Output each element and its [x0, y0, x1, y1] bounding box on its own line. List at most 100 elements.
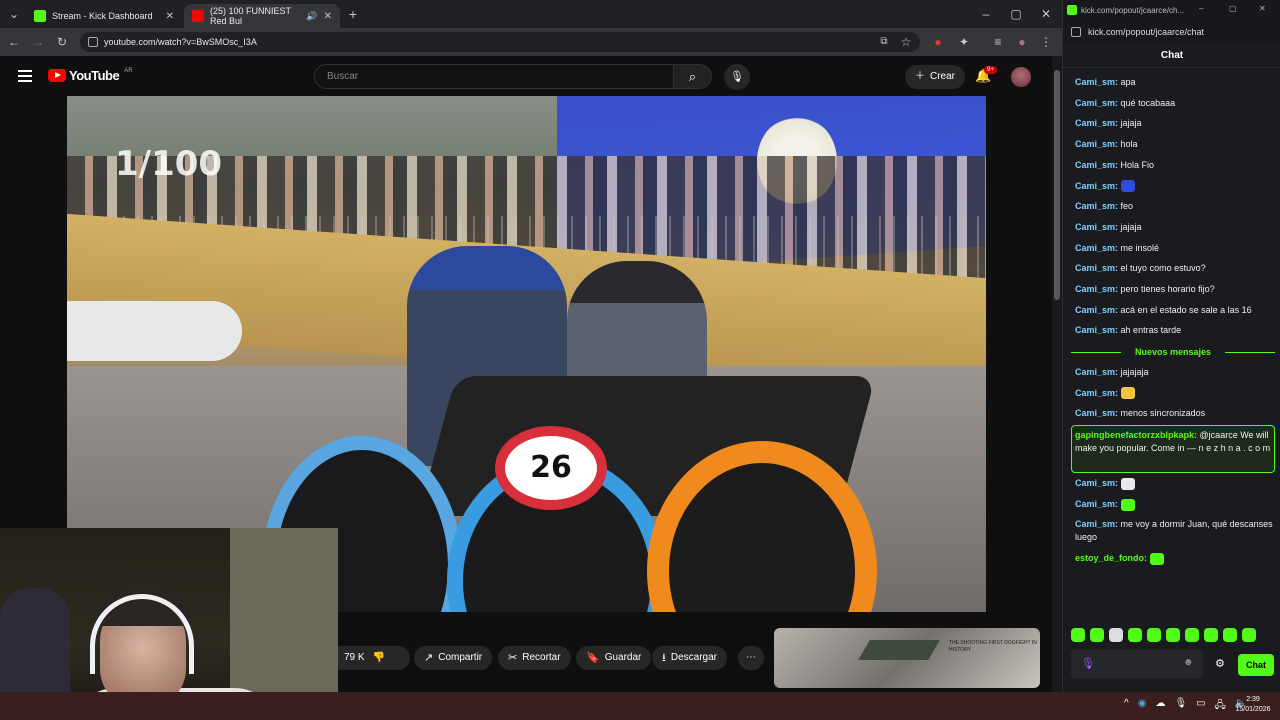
extension-icon[interactable]: ● — [930, 34, 946, 50]
close-icon[interactable]: ✕ — [166, 11, 174, 22]
url-field[interactable]: youtube.com/watch?v=BwSMOsc_I3A — [80, 32, 920, 52]
chat-message-input[interactable]: 🎙 ☻ — [1071, 650, 1203, 678]
search-input[interactable]: Buscar — [314, 64, 674, 89]
chat-username[interactable]: estoy_de_fondo: — [1075, 553, 1147, 563]
chat-username[interactable]: Cami_sm: — [1075, 160, 1118, 170]
emoji-picker-icon[interactable]: ☻ — [1183, 657, 1194, 668]
clip-button[interactable]: ✂ Recortar — [498, 646, 571, 670]
chat-message: Cami_sm: qué tocabaaa — [1075, 97, 1275, 110]
close-icon[interactable]: ✕ — [324, 11, 332, 22]
chat-username[interactable]: Cami_sm: — [1075, 367, 1118, 377]
quick-emotes-row — [1071, 628, 1275, 646]
tab-search-icon[interactable]: ⌄ — [6, 6, 22, 22]
new-tab-icon[interactable]: + — [345, 6, 361, 22]
chat-text: me insolé — [1120, 242, 1160, 253]
emote-icon[interactable] — [1147, 628, 1161, 642]
speaker-icon[interactable]: 🔊 — [306, 11, 317, 22]
emote-icon[interactable] — [1128, 628, 1142, 642]
system-clock[interactable]: 2:39 15/01/2026 — [1230, 695, 1276, 715]
download-button[interactable]: ⭳ Descargar — [652, 646, 727, 670]
save-button[interactable]: 🔖 Guardar — [576, 646, 652, 670]
hamburger-menu-icon[interactable] — [18, 70, 32, 82]
plus-icon: ＋ — [915, 71, 925, 82]
emote-icon[interactable] — [1071, 628, 1085, 642]
cast-icon[interactable]: ⧉ — [876, 34, 892, 50]
minimize-icon[interactable]: – — [978, 6, 994, 22]
race-number-plate: 26 — [495, 426, 607, 510]
emote-icon[interactable] — [1204, 628, 1218, 642]
network-icon[interactable]: 🖧 — [1215, 698, 1226, 715]
chat-text: jajaja — [1120, 221, 1142, 232]
chat-username[interactable]: Cami_sm: — [1075, 325, 1118, 335]
site-info-icon[interactable] — [1071, 27, 1081, 37]
voice-search-button[interactable]: 🎙 — [724, 64, 750, 90]
microphone-icon[interactable]: 🎙 — [1174, 698, 1187, 715]
minimize-icon[interactable]: – — [1199, 4, 1203, 13]
dislike-icon[interactable]: 👎 — [373, 646, 385, 670]
recommended-video-thumbnail[interactable]: THE SHOOTING FIRST DOGFIGHT IN HISTORY — [774, 628, 1040, 688]
search-button[interactable]: ⌕ — [674, 64, 712, 89]
window-close-icon[interactable]: ✕ — [1038, 6, 1054, 22]
app-tray-icon[interactable]: ◉ — [1138, 698, 1147, 715]
emote-icon[interactable] — [1166, 628, 1180, 642]
chat-message: Cami_sm: jajaja — [1075, 117, 1275, 130]
chat-text: acá en el estado se sale a las 16 — [1120, 304, 1252, 315]
chevron-up-icon[interactable]: ^ — [1124, 698, 1129, 715]
chat-text: menos sincronizados — [1120, 408, 1206, 419]
chat-username[interactable]: Cami_sm: — [1075, 519, 1118, 529]
profile-icon[interactable]: ● — [1014, 34, 1030, 50]
chat-username[interactable]: Cami_sm: — [1075, 118, 1118, 128]
chat-username[interactable]: Cami_sm: — [1075, 139, 1118, 149]
send-chat-button[interactable]: Chat — [1238, 654, 1274, 676]
back-icon[interactable]: ← — [6, 34, 22, 50]
microphone-icon[interactable]: 🎙 — [1081, 657, 1095, 670]
emote-icon[interactable] — [1109, 628, 1123, 642]
youtube-logo[interactable]: YouTube AR — [48, 68, 133, 83]
chat-message: Cami_sm: ah entras tarde — [1075, 324, 1275, 337]
emote-icon[interactable] — [1242, 628, 1256, 642]
chat-username[interactable]: Cami_sm: — [1075, 499, 1118, 509]
tab-youtube[interactable]: (25) 100 FUNNIEST Red Bul 🔊 ✕ — [184, 4, 340, 28]
site-info-icon[interactable] — [88, 37, 98, 47]
youtube-play-logo-icon — [48, 69, 66, 82]
reload-icon[interactable]: ↻ — [54, 34, 70, 50]
extensions-puzzle-icon[interactable]: ✦ — [956, 34, 972, 50]
tab-kick-dashboard[interactable]: Stream - Kick Dashboard ✕ — [26, 4, 182, 28]
chat-username[interactable]: Cami_sm: — [1075, 478, 1118, 488]
chat-username[interactable]: Cami_sm: — [1075, 222, 1118, 232]
emote-icon[interactable] — [1223, 628, 1237, 642]
more-actions-button[interactable]: ⋯ — [738, 646, 764, 670]
taskbar: ^ ◉ ☁ 🎙 ▭ 🖧 🔈 2:39 15/01/2026 — [0, 692, 1280, 720]
menu-kebab-icon[interactable]: ⋮ — [1038, 34, 1054, 50]
chat-username[interactable]: Cami_sm: — [1075, 181, 1118, 191]
emote-icon[interactable] — [1185, 628, 1199, 642]
bookmark-icon: 🔖 — [586, 652, 600, 664]
display-icon[interactable]: ▭ — [1196, 698, 1205, 715]
like-count[interactable]: 79 K — [344, 646, 365, 670]
chat-username[interactable]: Cami_sm: — [1075, 305, 1118, 315]
emote-icon[interactable] — [1090, 628, 1104, 642]
chat-username[interactable]: Cami_sm: — [1075, 243, 1118, 253]
logo-text: YouTube — [69, 68, 120, 83]
bookmark-star-icon[interactable]: ☆ — [898, 34, 914, 50]
chat-username[interactable]: Cami_sm: — [1075, 408, 1118, 418]
page-scrollbar[interactable] — [1052, 56, 1062, 692]
share-button[interactable]: ↗ Compartir — [414, 646, 493, 670]
chat-username[interactable]: Cami_sm: — [1075, 201, 1118, 211]
chat-username[interactable]: Cami_sm: — [1075, 284, 1118, 294]
chat-username[interactable]: gapingbenefactorzxblpkapk: — [1075, 430, 1197, 440]
chat-username[interactable]: Cami_sm: — [1075, 98, 1118, 108]
settings-gear-icon[interactable]: ⚙ — [1215, 657, 1225, 670]
maximize-icon[interactable]: ▢ — [1229, 4, 1237, 13]
create-button[interactable]: ＋ Crear — [905, 65, 966, 89]
chat-username[interactable]: Cami_sm: — [1075, 77, 1118, 87]
window-close-icon[interactable]: ✕ — [1259, 4, 1266, 13]
chat-url-bar[interactable]: kick.com/popout/jcaarce/chat — [1063, 22, 1280, 42]
chat-username[interactable]: Cami_sm: — [1075, 388, 1118, 398]
cloud-icon[interactable]: ☁ — [1155, 698, 1165, 715]
maximize-icon[interactable]: ▢ — [1008, 6, 1024, 22]
avatar[interactable] — [1011, 67, 1031, 87]
chat-username[interactable]: Cami_sm: — [1075, 263, 1118, 273]
media-control-icon[interactable]: ≡ — [990, 34, 1006, 50]
forward-icon[interactable]: → — [30, 34, 46, 50]
